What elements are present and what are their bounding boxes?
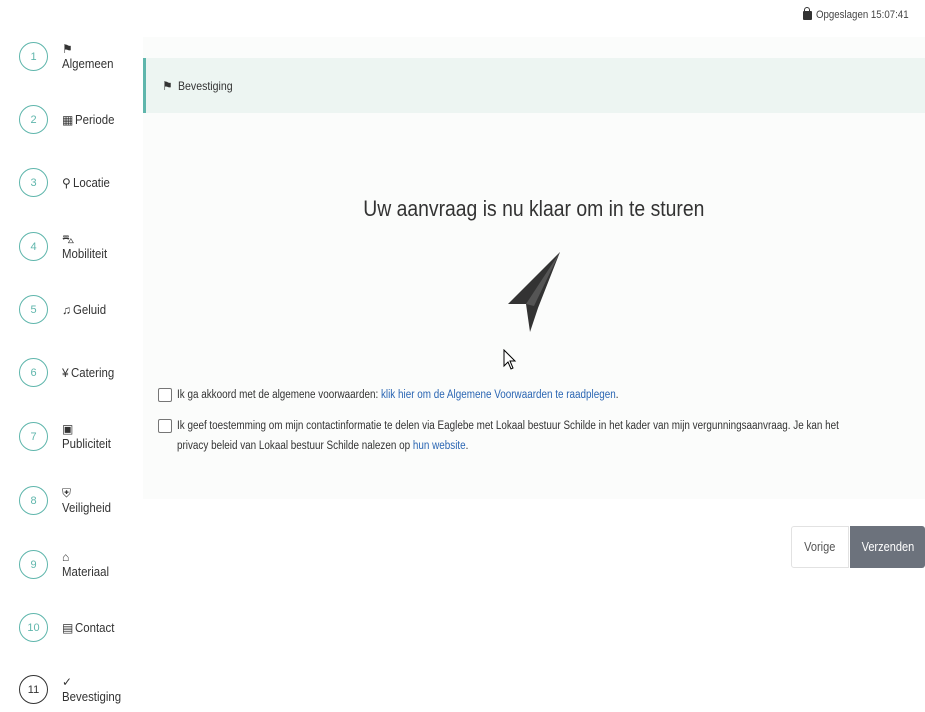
calendar-icon: ▦ [62, 112, 74, 127]
music-icon: ♫ [62, 302, 71, 317]
privacy-checkbox[interactable] [158, 419, 172, 433]
step-number: 5 [19, 295, 48, 324]
previous-button[interactable]: Vorige [791, 526, 849, 568]
paper-plane-icon [508, 252, 560, 332]
step-label: Catering [70, 364, 114, 380]
terms-text: Ik ga akkoord met de algemene voorwaarde… [177, 389, 381, 401]
step-geluid[interactable]: 5 ♫ Geluid [19, 295, 111, 324]
step-number: 11 [19, 675, 48, 704]
step-mobiliteit[interactable]: 4 ⛍ Mobiliteit [19, 231, 113, 262]
step-label: Mobiliteit [62, 246, 108, 261]
step-catering[interactable]: 6 ¥ Catering [19, 358, 120, 387]
clipboard-check-icon: ✓ [62, 675, 73, 689]
step-materiaal[interactable]: 9 ⌂ Materiaal [19, 549, 115, 580]
submit-button[interactable]: Verzenden [850, 526, 925, 568]
step-bevestiging[interactable]: 11 ✓ Bevestiging [19, 674, 129, 705]
panel-header: ⚑ Bevestiging [143, 58, 925, 113]
step-label: Bevestiging [62, 689, 122, 704]
privacy-text-line1: Ik geef toestemming om mijn contactinfor… [177, 420, 839, 432]
step-veiligheid[interactable]: 8 ⛨ Veiligheid [19, 485, 118, 516]
map-pin-icon: ⚲ [62, 175, 71, 190]
step-number: 6 [19, 358, 48, 387]
step-periode[interactable]: 2 ▦ Periode [19, 105, 120, 134]
warehouse-icon: ⌂ [62, 550, 70, 564]
save-status-text: Opgeslagen 15:07:41 [815, 9, 909, 21]
step-contact[interactable]: 10 ▤ Contact [19, 613, 120, 642]
flag-icon: ⚑ [162, 78, 173, 93]
step-label: Periode [75, 111, 115, 127]
flag-icon: ⚑ [62, 42, 73, 56]
car-icon: ⛍ [62, 232, 75, 246]
terms-consent-row: Ik ga akkoord met de algemene voorwaarde… [158, 385, 690, 405]
step-locatie[interactable]: 3 ⚲ Locatie [19, 168, 115, 197]
mouse-cursor-icon [503, 349, 517, 370]
step-publiciteit[interactable]: 7 ▣ Publiciteit [19, 421, 118, 452]
step-label: Materiaal [62, 564, 110, 579]
save-status: Opgeslagen 15:07:41 [802, 6, 921, 21]
step-label: Locatie [72, 174, 110, 190]
page-title: Uw aanvraag is nu klaar om in te sturen [363, 196, 705, 221]
step-number: 1 [19, 42, 48, 71]
users-shield-icon: ⛨ [62, 486, 72, 500]
privacy-consent-row: Ik geef toestemming om mijn contactinfor… [158, 416, 925, 456]
step-label: Veiligheid [62, 500, 111, 515]
privacy-text-line2: privacy beleid van Lokaal bestuur Schild… [177, 440, 413, 452]
step-number: 3 [19, 168, 48, 197]
ad-icon: ▣ [62, 422, 74, 436]
step-label: Contact [75, 619, 115, 635]
step-number: 4 [19, 232, 48, 261]
step-navigation: 1 ⚑ Algemeen 2 ▦ Periode 3 ⚲ Locatie 4 ⛍… [0, 0, 140, 712]
step-label: Publiciteit [62, 436, 111, 451]
terms-checkbox[interactable] [158, 388, 172, 402]
step-number: 10 [19, 613, 48, 642]
step-number: 7 [19, 422, 48, 451]
step-algemeen[interactable]: 1 ⚑ Algemeen [19, 41, 121, 72]
terms-link[interactable]: klik hier om de Algemene Voorwaarden te … [381, 389, 616, 401]
step-number: 8 [19, 486, 48, 515]
address-card-icon: ▤ [62, 620, 74, 635]
step-number: 9 [19, 550, 48, 579]
panel-header-title: Bevestiging [177, 78, 233, 93]
step-number: 2 [19, 105, 48, 134]
privacy-website-link[interactable]: hun website [413, 440, 466, 452]
utensils-icon: ¥ [62, 365, 69, 380]
step-label: Geluid [73, 301, 107, 317]
save-icon [802, 6, 812, 20]
step-label: Algemeen [62, 56, 114, 71]
